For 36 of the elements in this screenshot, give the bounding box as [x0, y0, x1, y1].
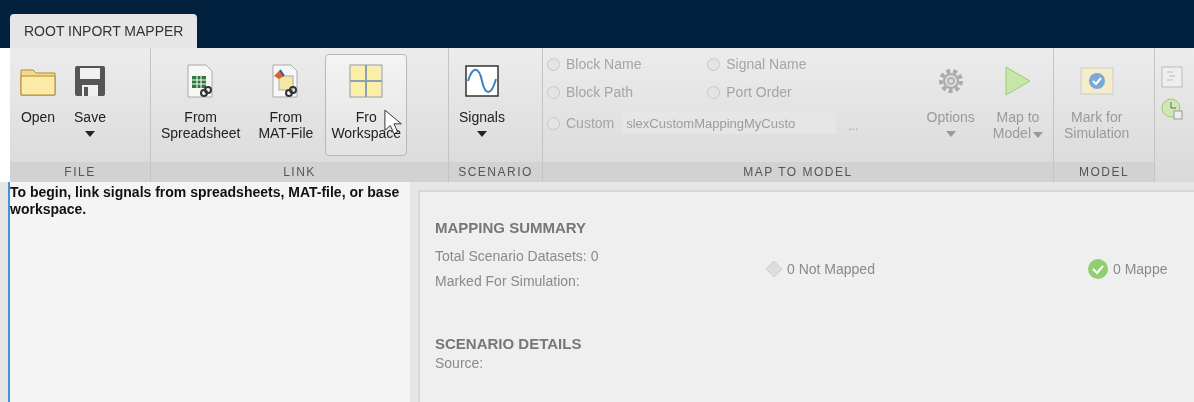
caret-icon — [85, 131, 95, 137]
status-label: 0 Not Mapped — [787, 260, 875, 277]
ribbon-button[interactable]: Signals — [453, 54, 511, 156]
check-icon — [1079, 67, 1114, 95]
ribbon-button[interactable]: Open — [14, 54, 62, 156]
grid-icon — [349, 64, 384, 98]
ribbon-tab[interactable]: ROOT INPORT MAPPER — [10, 14, 198, 48]
ribbon-button[interactable]: From Spreadsheet — [155, 54, 247, 156]
play-icon — [1003, 65, 1032, 97]
caret-icon — [945, 131, 956, 137]
group-label: LINK — [283, 165, 316, 179]
group-label: MODEL — [1078, 165, 1130, 179]
waveform-icon — [464, 65, 499, 97]
folder-icon — [20, 66, 56, 96]
group-label: SCENARIO — [458, 165, 533, 179]
settings-icon — [936, 67, 965, 95]
section-title: SCENARIO DETAILS — [435, 335, 583, 352]
group-label: FILE — [64, 165, 96, 179]
check-circle-icon — [1087, 257, 1109, 280]
detail-label: Source: — [435, 355, 485, 371]
caret-icon — [1033, 132, 1043, 138]
group-label: MAP TO MODEL — [743, 165, 853, 179]
ribbon-button[interactable]: Save — [68, 54, 112, 156]
status-label: 0 Mappe — [1113, 260, 1168, 277]
document-icon[interactable] — [1161, 66, 1183, 88]
spreadsheet-link-icon — [185, 64, 216, 98]
instructions-text: To begin, link signals from spreadsheets, MAT-file, or base workspace. — [10, 184, 401, 218]
summary-stat: Marked For Simulation: — [435, 273, 581, 289]
caret-icon — [476, 131, 487, 137]
clock-icon[interactable] — [1161, 98, 1183, 120]
mat-file-link-icon — [270, 64, 301, 98]
summary-stat: Total Scenario Datasets: 0 — [435, 248, 600, 264]
ribbon-button[interactable]: From MAT-File — [252, 54, 320, 156]
ribbon-button[interactable]: Fro Workspace — [325, 54, 408, 156]
diamond-icon — [765, 259, 783, 278]
section-title: MAPPING SUMMARY — [435, 219, 588, 236]
